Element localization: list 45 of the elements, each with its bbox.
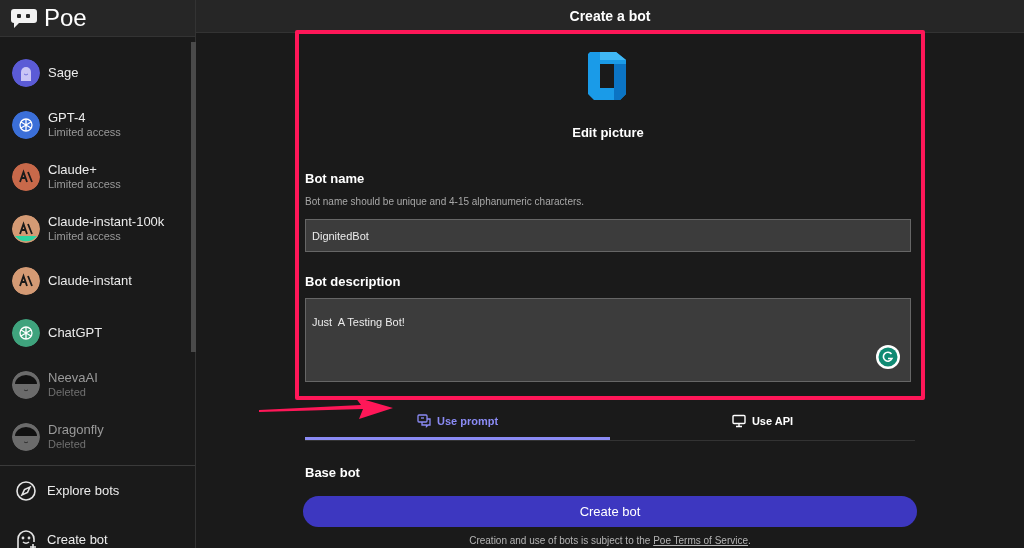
sidebar-bot-item[interactable]: ChatGPT — [0, 307, 195, 359]
bot-name-label: Bot name — [305, 169, 366, 188]
sidebar-bot-item[interactable]: Dragonfly Deleted — [0, 411, 195, 463]
sidebar-bot-item[interactable]: GPT-4 Limited access — [0, 99, 195, 151]
sidebar-bot-item[interactable]: NeevaAI Deleted — [0, 359, 195, 411]
bot-name: GPT-4 — [48, 110, 87, 127]
sidebar-action[interactable]: Create bot — [0, 515, 195, 548]
scrollbar-thumb[interactable] — [191, 42, 196, 352]
bot-name: NeevaAI — [48, 370, 98, 387]
sidebar-bot-item[interactable]: Claude+ Limited access — [0, 151, 195, 203]
description-text: Just A Testing Bot! — [312, 315, 405, 328]
sidebar-bot-item[interactable]: Claude-instant-100k Limited access — [0, 203, 195, 255]
app-name: Poe — [44, 3, 87, 33]
bot-name: ChatGPT — [48, 324, 103, 342]
bot-description-label: Bot description — [305, 273, 402, 291]
grammar-assistant-icon[interactable] — [876, 344, 900, 369]
logo-icon — [10, 7, 38, 29]
action-label: Explore bots — [47, 481, 120, 500]
bot-status: Deleted — [48, 438, 87, 452]
bot-status: Limited access — [48, 178, 121, 192]
bot-name-hint: Bot name should be unique and 4-15 alphanumeric characters. — [305, 195, 586, 209]
base-bot-label: Base bot — [305, 463, 361, 482]
compass-icon — [15, 479, 37, 502]
bot-status: Limited access — [48, 126, 121, 140]
bot-description-field[interactable]: Just A Testing Bot! — [305, 297, 911, 382]
sidebar-bot-item[interactable]: Claude-instant — [0, 255, 195, 307]
monitor-icon — [731, 414, 746, 428]
sidebar-action[interactable]: Explore bots — [0, 466, 195, 515]
bot-name: Dragonfly — [48, 422, 104, 439]
sidebar-bot-item[interactable]: Sage — [0, 47, 195, 99]
chat-bubbles-icon — [416, 414, 431, 428]
action-label: Create bot — [47, 530, 108, 548]
bot-name: Sage — [48, 64, 79, 82]
edit-picture-button[interactable]: Edit picture — [572, 123, 644, 143]
terms-notice: Creation and use of bots is subject to the Poe Terms of Service. — [468, 534, 752, 548]
bot-name: Claude+ — [48, 162, 98, 179]
bot-name-field[interactable]: DignitedBot — [305, 219, 911, 252]
bot-name: Claude-instant-100k — [48, 214, 165, 231]
bot-status: Limited access — [48, 230, 122, 244]
create-bot-button[interactable]: Create bot — [303, 496, 917, 527]
bot-status: Deleted — [48, 386, 87, 400]
bot-name: Claude-instant — [48, 272, 132, 290]
page-title: Create a bot — [569, 6, 651, 26]
mode-tab[interactable]: Use API — [610, 405, 915, 440]
bot-add-icon — [15, 528, 37, 548]
